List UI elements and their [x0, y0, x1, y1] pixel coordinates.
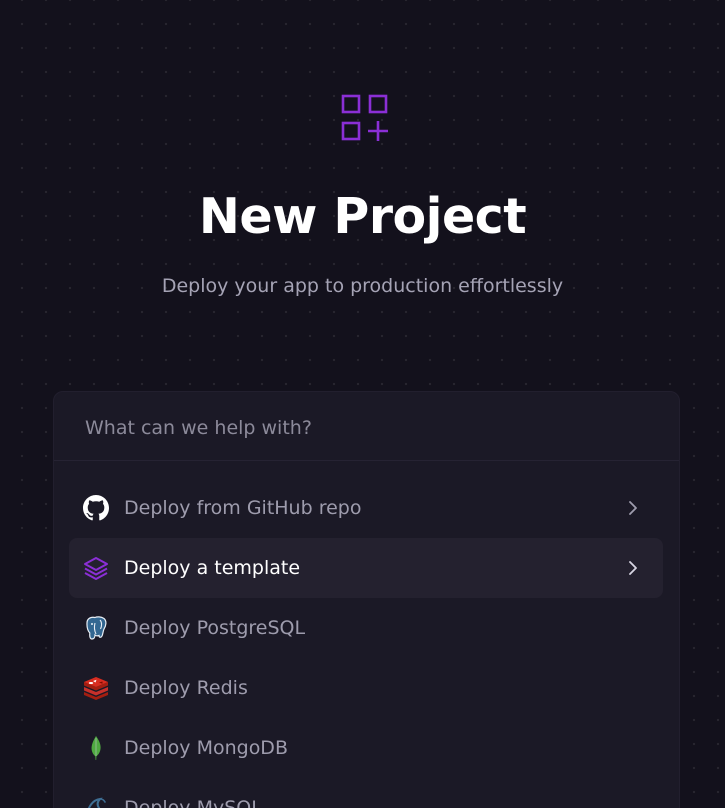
page-title: New Project	[198, 188, 527, 245]
new-project-panel: Deploy from GitHub repo Deploy a templat…	[53, 391, 680, 808]
option-label: Deploy Redis	[124, 677, 248, 699]
layers-icon	[84, 557, 108, 580]
mysql-icon	[87, 797, 106, 808]
mongodb-icon	[91, 736, 101, 760]
redis-icon	[84, 677, 108, 700]
github-icon	[83, 495, 109, 521]
option-deploy-mysql[interactable]: Deploy MySQL	[69, 778, 663, 808]
option-label: Deploy MySQL	[124, 797, 262, 808]
page-subtitle: Deploy your app to production effortless…	[161, 275, 564, 297]
option-deploy-github[interactable]: Deploy from GitHub repo	[69, 478, 663, 538]
option-deploy-redis[interactable]: Deploy Redis	[69, 658, 663, 718]
chevron-right-icon	[629, 501, 637, 515]
option-label: Deploy a template	[124, 557, 301, 579]
option-deploy-template[interactable]: Deploy a template	[69, 538, 663, 598]
postgresql-icon	[86, 616, 107, 640]
search-box	[54, 392, 679, 461]
option-label: Deploy PostgreSQL	[124, 617, 306, 639]
option-label: Deploy MongoDB	[124, 737, 288, 759]
option-label: Deploy from GitHub repo	[124, 497, 362, 519]
apps-add-icon	[341, 94, 388, 141]
chevron-right-icon	[629, 561, 637, 575]
option-deploy-postgresql[interactable]: Deploy PostgreSQL	[69, 598, 663, 658]
option-deploy-mongodb[interactable]: Deploy MongoDB	[69, 718, 663, 778]
search-input[interactable]	[83, 412, 647, 444]
